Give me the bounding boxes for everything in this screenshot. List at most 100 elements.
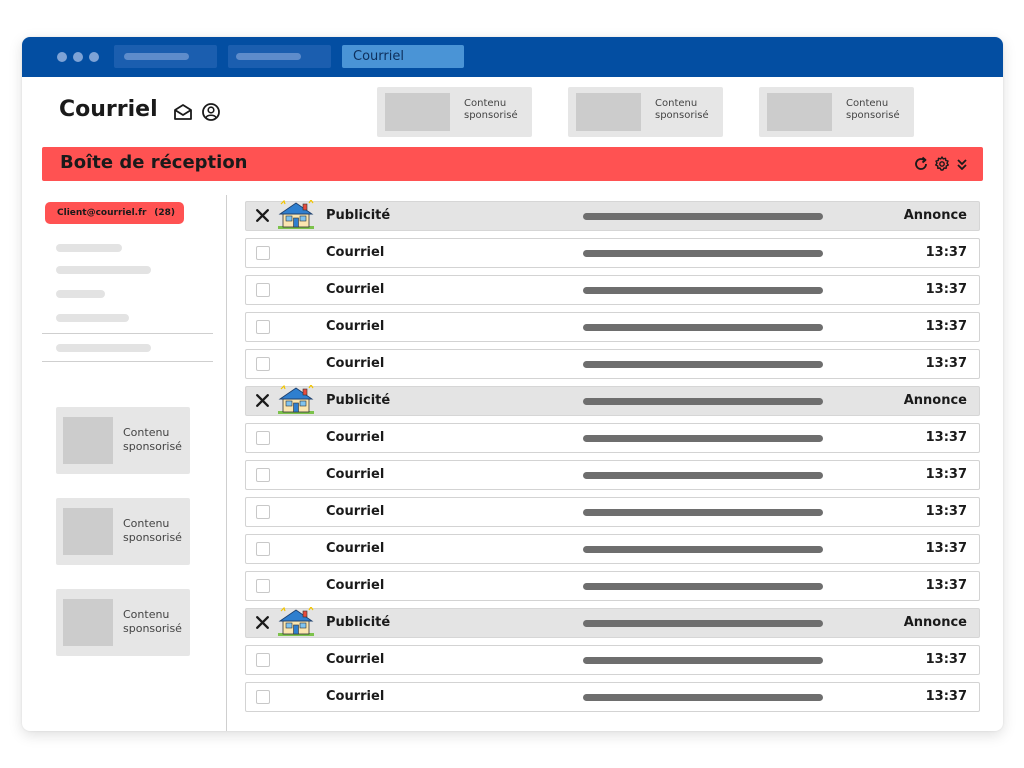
window-dot-icon[interactable] — [73, 52, 83, 62]
row-sender: Courriel — [326, 282, 385, 297]
row-sender: Courriel — [326, 467, 385, 482]
row-checkbox[interactable] — [256, 579, 270, 593]
sidebar-divider-vertical — [226, 195, 227, 731]
close-icon[interactable] — [254, 392, 271, 409]
row-time: 13:37 — [925, 689, 967, 704]
house-icon — [278, 385, 314, 414]
row-subject-placeholder — [583, 620, 823, 627]
ad-label: Annonce — [903, 208, 967, 223]
row-time: 13:37 — [925, 504, 967, 519]
row-sender: Publicité — [326, 615, 391, 630]
row-checkbox[interactable] — [256, 653, 270, 667]
row-time: 13:37 — [925, 245, 967, 260]
sidebar-item-placeholder[interactable] — [56, 244, 122, 252]
row-subject-placeholder — [583, 583, 823, 590]
row-checkbox[interactable] — [256, 246, 270, 260]
sponsored-banner[interactable]: Contenu sponsorisé — [568, 87, 723, 137]
row-time: 13:37 — [925, 541, 967, 556]
close-icon[interactable] — [254, 207, 271, 224]
sponsored-image — [385, 93, 450, 131]
row-sender: Courriel — [326, 245, 385, 260]
row-sender: Publicité — [326, 393, 391, 408]
mail-row[interactable]: Courriel 13:37 — [245, 275, 980, 305]
sponsored-image — [767, 93, 832, 131]
row-sender: Courriel — [326, 319, 385, 334]
row-time: 13:37 — [925, 467, 967, 482]
row-checkbox[interactable] — [256, 357, 270, 371]
browser-tab[interactable] — [228, 45, 331, 68]
sponsored-image — [576, 93, 641, 131]
row-subject-placeholder — [583, 324, 823, 331]
sidebar-item-placeholder[interactable] — [56, 344, 151, 352]
window-dot-icon[interactable] — [57, 52, 67, 62]
gear-icon[interactable] — [934, 156, 950, 172]
sponsored-label: Contenu sponsorisé — [123, 517, 182, 544]
sidebar-item-placeholder[interactable] — [56, 290, 105, 298]
house-icon — [278, 200, 314, 229]
row-sender: Courriel — [326, 578, 385, 593]
sponsored-sidebar-card[interactable]: Contenu sponsorisé — [56, 589, 190, 656]
row-checkbox[interactable] — [256, 505, 270, 519]
sponsored-image — [63, 508, 113, 555]
account-badge[interactable]: Client@courriel.fr (28) — [45, 202, 184, 224]
row-checkbox[interactable] — [256, 690, 270, 704]
envelope-open-icon[interactable] — [173, 102, 193, 122]
row-checkbox[interactable] — [256, 431, 270, 445]
row-sender: Courriel — [326, 689, 385, 704]
app-title: Courriel — [59, 97, 158, 122]
mail-row[interactable]: Courriel 13:37 — [245, 645, 980, 675]
unread-count: (28) — [154, 208, 175, 218]
sidebar-item-placeholder[interactable] — [56, 266, 151, 274]
mail-row[interactable]: Courriel 13:37 — [245, 460, 980, 490]
mail-row[interactable]: Courriel 13:37 — [245, 349, 980, 379]
ad-row[interactable]: Publicité Annonce — [245, 607, 980, 638]
tab-placeholder — [124, 53, 189, 60]
row-sender: Courriel — [326, 356, 385, 371]
inbox-title: Boîte de réception — [60, 152, 248, 173]
mail-row[interactable]: Courriel 13:37 — [245, 571, 980, 601]
sponsored-banner[interactable]: Contenu sponsorisé — [377, 87, 532, 137]
sponsored-sidebar-card[interactable]: Contenu sponsorisé — [56, 407, 190, 474]
sponsored-label: Contenu sponsorisé — [464, 98, 518, 121]
browser-tab-active[interactable]: Courriel — [342, 45, 464, 68]
row-sender: Courriel — [326, 652, 385, 667]
row-checkbox[interactable] — [256, 283, 270, 297]
mail-row[interactable]: Courriel 13:37 — [245, 534, 980, 564]
row-time: 13:37 — [925, 578, 967, 593]
row-subject-placeholder — [583, 435, 823, 442]
row-subject-placeholder — [583, 694, 823, 701]
mail-row[interactable]: Courriel 13:37 — [245, 423, 980, 453]
sponsored-sidebar-card[interactable]: Contenu sponsorisé — [56, 498, 190, 565]
row-sender: Publicité — [326, 208, 391, 223]
sponsored-banner[interactable]: Contenu sponsorisé — [759, 87, 914, 137]
ad-label: Annonce — [903, 393, 967, 408]
window-dot-icon[interactable] — [89, 52, 99, 62]
refresh-icon[interactable] — [913, 156, 929, 172]
sponsored-label: Contenu sponsorisé — [123, 426, 182, 453]
sponsored-label: Contenu sponsorisé — [123, 608, 182, 635]
browser-tab[interactable] — [114, 45, 217, 68]
row-checkbox[interactable] — [256, 320, 270, 334]
row-subject-placeholder — [583, 509, 823, 516]
sidebar-item-placeholder[interactable] — [56, 314, 129, 322]
ad-label: Annonce — [903, 615, 967, 630]
ad-row[interactable]: Publicité Annonce — [245, 385, 980, 416]
row-time: 13:37 — [925, 430, 967, 445]
user-circle-icon[interactable] — [201, 102, 221, 122]
mail-row[interactable]: Courriel 13:37 — [245, 497, 980, 527]
row-subject-placeholder — [583, 657, 823, 664]
row-checkbox[interactable] — [256, 468, 270, 482]
mail-row[interactable]: Courriel 13:37 — [245, 312, 980, 342]
row-subject-placeholder — [583, 361, 823, 368]
sidebar-divider — [42, 361, 213, 362]
mail-row[interactable]: Courriel 13:37 — [245, 682, 980, 712]
row-checkbox[interactable] — [256, 542, 270, 556]
ad-row[interactable]: Publicité Annonce — [245, 200, 980, 231]
sponsored-image — [63, 417, 113, 464]
row-subject-placeholder — [583, 250, 823, 257]
close-icon[interactable] — [254, 614, 271, 631]
browser-titlebar: Courriel — [22, 37, 1003, 77]
chevron-double-down-icon[interactable] — [954, 156, 970, 172]
mail-row[interactable]: Courriel 13:37 — [245, 238, 980, 268]
row-time: 13:37 — [925, 356, 967, 371]
